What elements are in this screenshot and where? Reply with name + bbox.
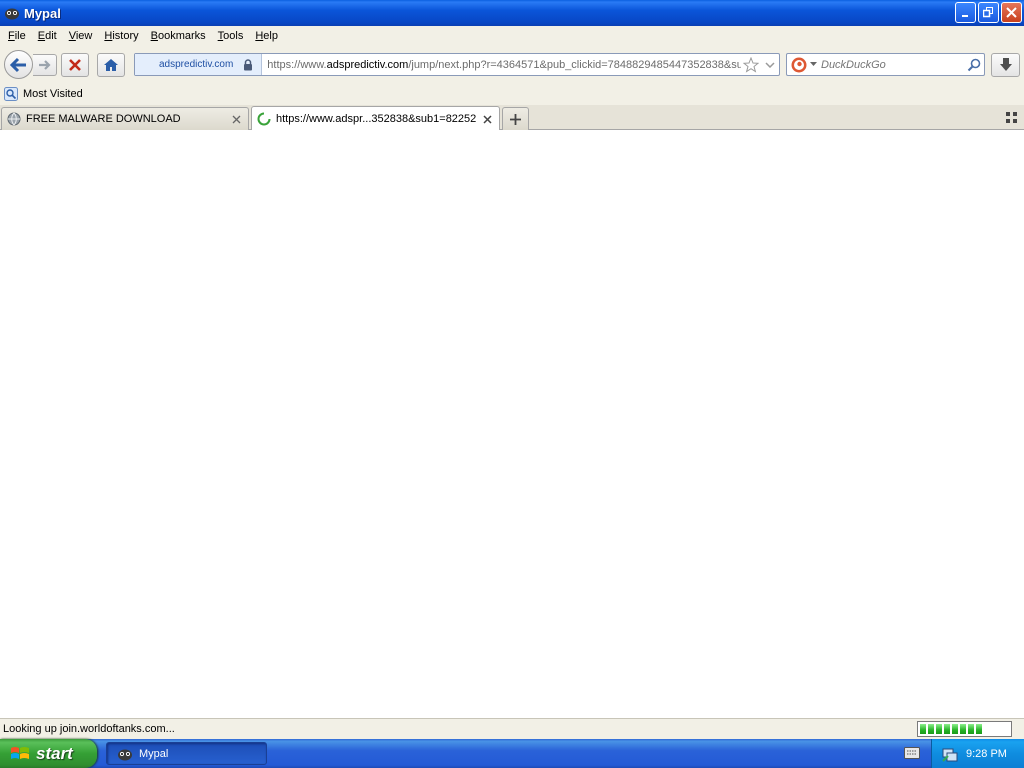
search-icon bbox=[967, 58, 981, 71]
search-go-button[interactable] bbox=[964, 58, 984, 72]
keyboard-language-icon[interactable] bbox=[903, 745, 921, 761]
tab-adspredictiv[interactable]: https://www.adspr...352838&sub1=822524 bbox=[251, 106, 500, 131]
status-text: Looking up join.worldoftanks.com... bbox=[3, 723, 175, 735]
back-arrow-icon bbox=[9, 57, 26, 72]
forward-button[interactable] bbox=[33, 54, 57, 76]
windows-logo-icon bbox=[11, 746, 29, 759]
taskbar-item-label: Mypal bbox=[139, 747, 169, 760]
minimize-icon bbox=[962, 15, 968, 17]
progress-block bbox=[944, 724, 950, 734]
duckduckgo-icon bbox=[791, 57, 807, 72]
search-bar[interactable] bbox=[786, 53, 985, 76]
tab-strip: FREE MALWARE DOWNLOAD https://www.adspr.… bbox=[0, 105, 1024, 131]
bookmark-star-button[interactable] bbox=[741, 56, 761, 73]
most-visited-icon bbox=[4, 87, 18, 101]
download-arrow-icon bbox=[999, 58, 1012, 71]
menu-view[interactable]: View bbox=[63, 30, 99, 42]
mypal-app-icon bbox=[4, 5, 20, 21]
star-icon bbox=[743, 56, 759, 73]
home-icon bbox=[104, 59, 118, 71]
url-bar[interactable]: adspredictiv.com https://www.adspredicti… bbox=[134, 53, 780, 76]
menu-bar: File Edit View History Bookmarks Tools Help bbox=[0, 26, 1024, 46]
menu-tools[interactable]: Tools bbox=[212, 30, 250, 42]
close-icon bbox=[482, 114, 492, 124]
plus-icon bbox=[510, 113, 521, 125]
url-prefix: https://www. bbox=[267, 58, 327, 71]
forward-arrow-icon bbox=[38, 60, 51, 70]
progress-block bbox=[936, 724, 942, 734]
status-bar: Looking up join.worldoftanks.com... bbox=[0, 718, 1024, 739]
url-path: /jump/next.php?r=4364571&pub_clickid=784… bbox=[408, 58, 741, 71]
menu-bookmarks[interactable]: Bookmarks bbox=[145, 30, 212, 42]
lock-icon bbox=[244, 58, 253, 70]
start-button[interactable]: start bbox=[0, 739, 97, 768]
most-visited-folder[interactable]: Most Visited bbox=[4, 87, 83, 101]
tab-free-malware-download[interactable]: FREE MALWARE DOWNLOAD bbox=[1, 107, 249, 130]
site-identity-button[interactable]: adspredictiv.com bbox=[135, 54, 263, 75]
home-button[interactable] bbox=[97, 53, 125, 77]
back-button[interactable] bbox=[4, 50, 33, 79]
progress-block bbox=[976, 724, 982, 734]
menu-history[interactable]: History bbox=[98, 30, 144, 42]
chevron-down-icon bbox=[765, 61, 775, 68]
new-tab-button[interactable] bbox=[502, 107, 529, 130]
taskbar-item-mypal[interactable]: Mypal bbox=[106, 742, 267, 765]
close-icon bbox=[232, 115, 240, 123]
dropdown-arrow-icon bbox=[810, 62, 817, 66]
system-tray: 9:28 PM bbox=[931, 739, 1024, 768]
loading-spinner-icon bbox=[257, 112, 271, 126]
progress-block bbox=[960, 724, 966, 734]
list-all-tabs-button[interactable] bbox=[1006, 112, 1018, 124]
restore-button[interactable] bbox=[978, 2, 999, 23]
loading-progress-bar bbox=[917, 721, 1012, 737]
url-text[interactable]: https://www.adspredictiv.com/jump/next.p… bbox=[262, 59, 741, 71]
progress-block bbox=[968, 724, 974, 734]
network-icon[interactable] bbox=[942, 746, 958, 762]
clock[interactable]: 9:28 PM bbox=[966, 748, 1007, 760]
search-input[interactable] bbox=[821, 58, 964, 71]
grid-icon bbox=[1006, 112, 1010, 116]
navigation-toolbar: adspredictiv.com https://www.adspredicti… bbox=[0, 46, 1024, 83]
site-identity-label: adspredictiv.com bbox=[159, 59, 234, 70]
close-window-button[interactable] bbox=[1001, 2, 1022, 23]
url-history-dropdown[interactable] bbox=[761, 61, 779, 68]
restore-icon bbox=[983, 7, 993, 18]
url-domain: adspredictiv.com bbox=[326, 58, 409, 71]
page-content-area[interactable] bbox=[0, 130, 1024, 718]
tab-label: FREE MALWARE DOWNLOAD bbox=[26, 113, 181, 125]
menu-edit[interactable]: Edit bbox=[32, 30, 63, 42]
menu-file[interactable]: File bbox=[2, 30, 32, 42]
bookmarks-toolbar: Most Visited bbox=[0, 83, 1024, 105]
tab-close-button[interactable] bbox=[481, 113, 493, 125]
globe-icon bbox=[7, 112, 21, 126]
taskbar: start Mypal 9:28 PM bbox=[0, 739, 1024, 768]
progress-block bbox=[928, 724, 934, 734]
progress-block bbox=[952, 724, 958, 734]
stop-button[interactable] bbox=[61, 53, 89, 77]
menu-help[interactable]: Help bbox=[249, 30, 284, 42]
search-engine-button[interactable] bbox=[787, 57, 821, 73]
tab-label: https://www.adspr...352838&sub1=822524 bbox=[276, 113, 476, 125]
minimize-button[interactable] bbox=[955, 2, 976, 23]
close-icon bbox=[1006, 7, 1017, 18]
start-label: start bbox=[36, 743, 73, 763]
most-visited-label: Most Visited bbox=[23, 88, 83, 100]
mypal-app-icon bbox=[118, 749, 132, 760]
title-bar[interactable]: Mypal bbox=[0, 0, 1024, 26]
window-title: Mypal bbox=[24, 5, 61, 21]
stop-x-icon bbox=[69, 59, 81, 71]
tab-close-button[interactable] bbox=[230, 113, 242, 125]
downloads-button[interactable] bbox=[991, 53, 1020, 77]
progress-block bbox=[920, 724, 926, 734]
